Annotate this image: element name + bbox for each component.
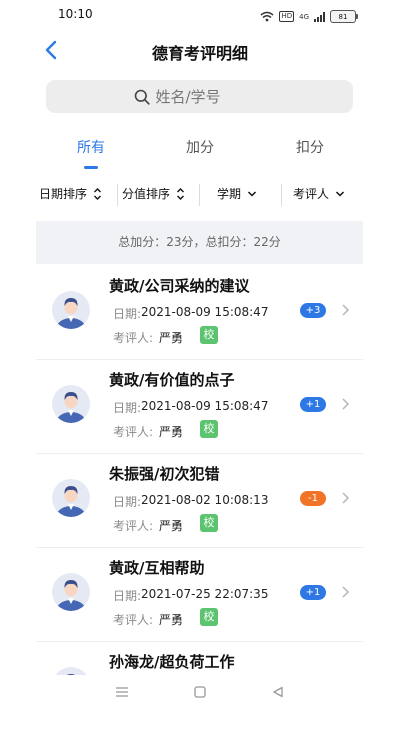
- record-evaluator: 严勇: [159, 331, 184, 345]
- menu-icon[interactable]: [115, 683, 129, 702]
- tab-deduct-points[interactable]: 扣分: [296, 137, 324, 157]
- tab-all[interactable]: 所有: [77, 137, 105, 157]
- page-title: 德育考评明细: [151, 44, 248, 63]
- record-item[interactable]: 黄政/公司采纳的建议 日期: 2021-08-09 15:08:47 考评人: …: [36, 266, 363, 360]
- sort-updown-icon: [177, 187, 185, 200]
- record-date: 2021-08-02 10:08:13: [141, 493, 269, 507]
- search-box[interactable]: [46, 80, 353, 113]
- back-triangle-icon[interactable]: [272, 683, 284, 702]
- school-tag: 校: [200, 420, 218, 438]
- score-summary: 总加分：23分，总扣分：22分: [36, 221, 363, 264]
- user-avatar-icon: [56, 486, 86, 517]
- record-evaluator: 严勇: [159, 425, 184, 439]
- date-label: 日期:: [113, 307, 142, 321]
- filter-date-sort[interactable]: 日期排序: [39, 185, 102, 202]
- user-avatar-icon: [56, 580, 86, 611]
- chevron-down-icon: [247, 190, 257, 197]
- record-evaluator: 严勇: [159, 519, 184, 533]
- record-date: 2021-08-09 15:08:47: [141, 305, 269, 319]
- avatar: [52, 479, 90, 517]
- score-badge: +3: [300, 303, 326, 318]
- record-date: 2021-08-09 15:08:47: [141, 399, 269, 413]
- filter-label: 分值排序: [122, 187, 171, 201]
- evaluator-label: 考评人:: [113, 519, 154, 533]
- chevron-right-icon: [342, 398, 350, 410]
- search-icon: [134, 89, 150, 105]
- home-icon[interactable]: [194, 683, 206, 702]
- score-badge: +1: [300, 585, 326, 600]
- status-bar: 10:10 HD 4G 81: [0, 0, 400, 28]
- filter-divider: [199, 184, 200, 206]
- system-nav-bar: [0, 675, 400, 711]
- tab-bar: 所有 加分 扣分: [0, 130, 400, 169]
- chevron-down-icon: [335, 190, 345, 197]
- date-label: 日期:: [113, 401, 142, 415]
- wifi-icon: [260, 7, 274, 26]
- school-tag: 校: [200, 326, 218, 344]
- avatar: [52, 573, 90, 611]
- status-time: 10:10: [58, 7, 93, 21]
- user-avatar-icon: [56, 392, 86, 423]
- school-tag: 校: [200, 514, 218, 532]
- status-icons: HD 4G 81: [260, 7, 358, 26]
- record-title: 黄政/有价值的点子: [109, 371, 235, 389]
- nav-bar: 德育考评明细: [0, 30, 400, 70]
- tab-add-points[interactable]: 加分: [186, 137, 214, 157]
- record-title: 孙海龙/超负荷工作: [109, 653, 235, 671]
- record-title: 黄政/公司采纳的建议: [109, 277, 250, 295]
- chevron-right-icon: [342, 492, 350, 504]
- filter-semester[interactable]: 学期: [217, 185, 257, 202]
- record-item[interactable]: 黄政/有价值的点子 日期: 2021-08-09 15:08:47 考评人: 严…: [36, 360, 363, 454]
- record-evaluator: 严勇: [159, 613, 184, 627]
- filter-evaluator[interactable]: 考评人: [293, 185, 345, 202]
- chevron-right-icon: [342, 304, 350, 316]
- sort-updown-icon: [94, 187, 102, 200]
- evaluator-label: 考评人:: [113, 613, 154, 627]
- evaluator-label: 考评人:: [113, 425, 154, 439]
- search-input[interactable]: [155, 87, 266, 106]
- date-label: 日期:: [113, 495, 142, 509]
- school-tag: 校: [200, 608, 218, 626]
- score-badge: -1: [300, 491, 326, 506]
- record-title: 黄政/互相帮助: [109, 559, 205, 577]
- evaluator-label: 考评人:: [113, 331, 154, 345]
- filter-score-sort[interactable]: 分值排序: [122, 185, 185, 202]
- record-date: 2021-07-25 22:07:35: [141, 587, 269, 601]
- record-item[interactable]: 黄政/互相帮助 日期: 2021-07-25 22:07:35 考评人: 严勇 …: [36, 548, 363, 642]
- network-indicator: 4G: [299, 12, 309, 21]
- hd-indicator: HD: [279, 11, 295, 22]
- filter-divider: [117, 184, 118, 206]
- battery-icon: 81: [330, 10, 358, 23]
- signal-icon: [314, 7, 325, 26]
- filter-label: 考评人: [293, 187, 330, 201]
- user-avatar-icon: [56, 298, 86, 329]
- avatar: [52, 291, 90, 329]
- filter-label: 日期排序: [39, 187, 88, 201]
- record-list: 黄政/公司采纳的建议 日期: 2021-08-09 15:08:47 考评人: …: [36, 266, 363, 735]
- record-item[interactable]: 朱振强/初次犯错 日期: 2021-08-02 10:08:13 考评人: 严勇…: [36, 454, 363, 548]
- filter-bar: 日期排序 分值排序 学期 考评人: [0, 180, 400, 210]
- record-title: 朱振强/初次犯错: [109, 465, 220, 483]
- date-label: 日期:: [113, 589, 142, 603]
- filter-divider: [281, 184, 282, 206]
- avatar: [52, 385, 90, 423]
- score-badge: +1: [300, 397, 326, 412]
- chevron-right-icon: [342, 586, 350, 598]
- filter-label: 学期: [217, 187, 242, 201]
- tab-active-indicator: [84, 166, 98, 169]
